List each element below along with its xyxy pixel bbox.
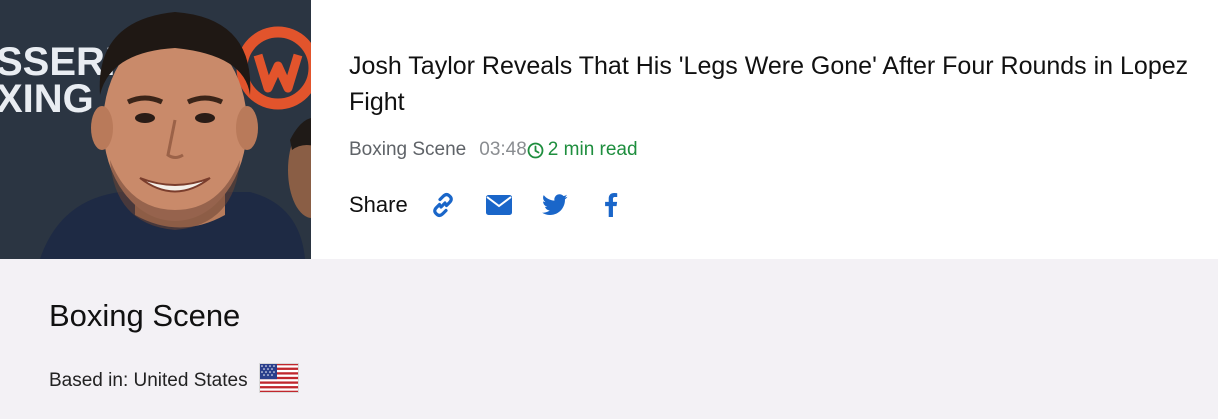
article-meta: Boxing Scene 03:48 2 min read xyxy=(349,137,638,163)
article-card[interactable]: SSERN XING Josh Taylor Reveals That His … xyxy=(0,0,1218,259)
envelope-icon xyxy=(485,195,512,215)
link-icon xyxy=(432,193,453,217)
clock-icon xyxy=(527,142,544,159)
email-share-button[interactable] xyxy=(485,191,513,219)
copy-link-button[interactable] xyxy=(429,191,457,219)
article-headline[interactable]: Josh Taylor Reveals That His 'Legs Were … xyxy=(349,48,1209,120)
twitter-share-button[interactable] xyxy=(541,191,569,219)
read-time: 2 min read xyxy=(547,139,638,160)
publisher-name[interactable]: Boxing Scene xyxy=(49,298,240,334)
based-in-text: Based in: United States xyxy=(49,370,248,391)
us-flag-icon xyxy=(258,363,299,399)
facebook-icon xyxy=(604,193,617,217)
facebook-share-button[interactable] xyxy=(597,191,625,219)
article-time: 03:48 xyxy=(479,139,527,160)
article-source[interactable]: Boxing Scene xyxy=(349,139,466,161)
twitter-icon xyxy=(541,194,568,215)
article-thumbnail[interactable]: SSERN XING xyxy=(0,0,311,259)
share-label: Share xyxy=(349,192,408,217)
share-bar: Share xyxy=(349,186,653,224)
backdrop-text-2: XING xyxy=(0,77,94,121)
publisher-panel: Boxing Scene Based in: United States xyxy=(0,259,1218,419)
publisher-location: Based in: United States xyxy=(49,363,299,399)
thumbnail-image: SSERN XING xyxy=(0,0,311,259)
